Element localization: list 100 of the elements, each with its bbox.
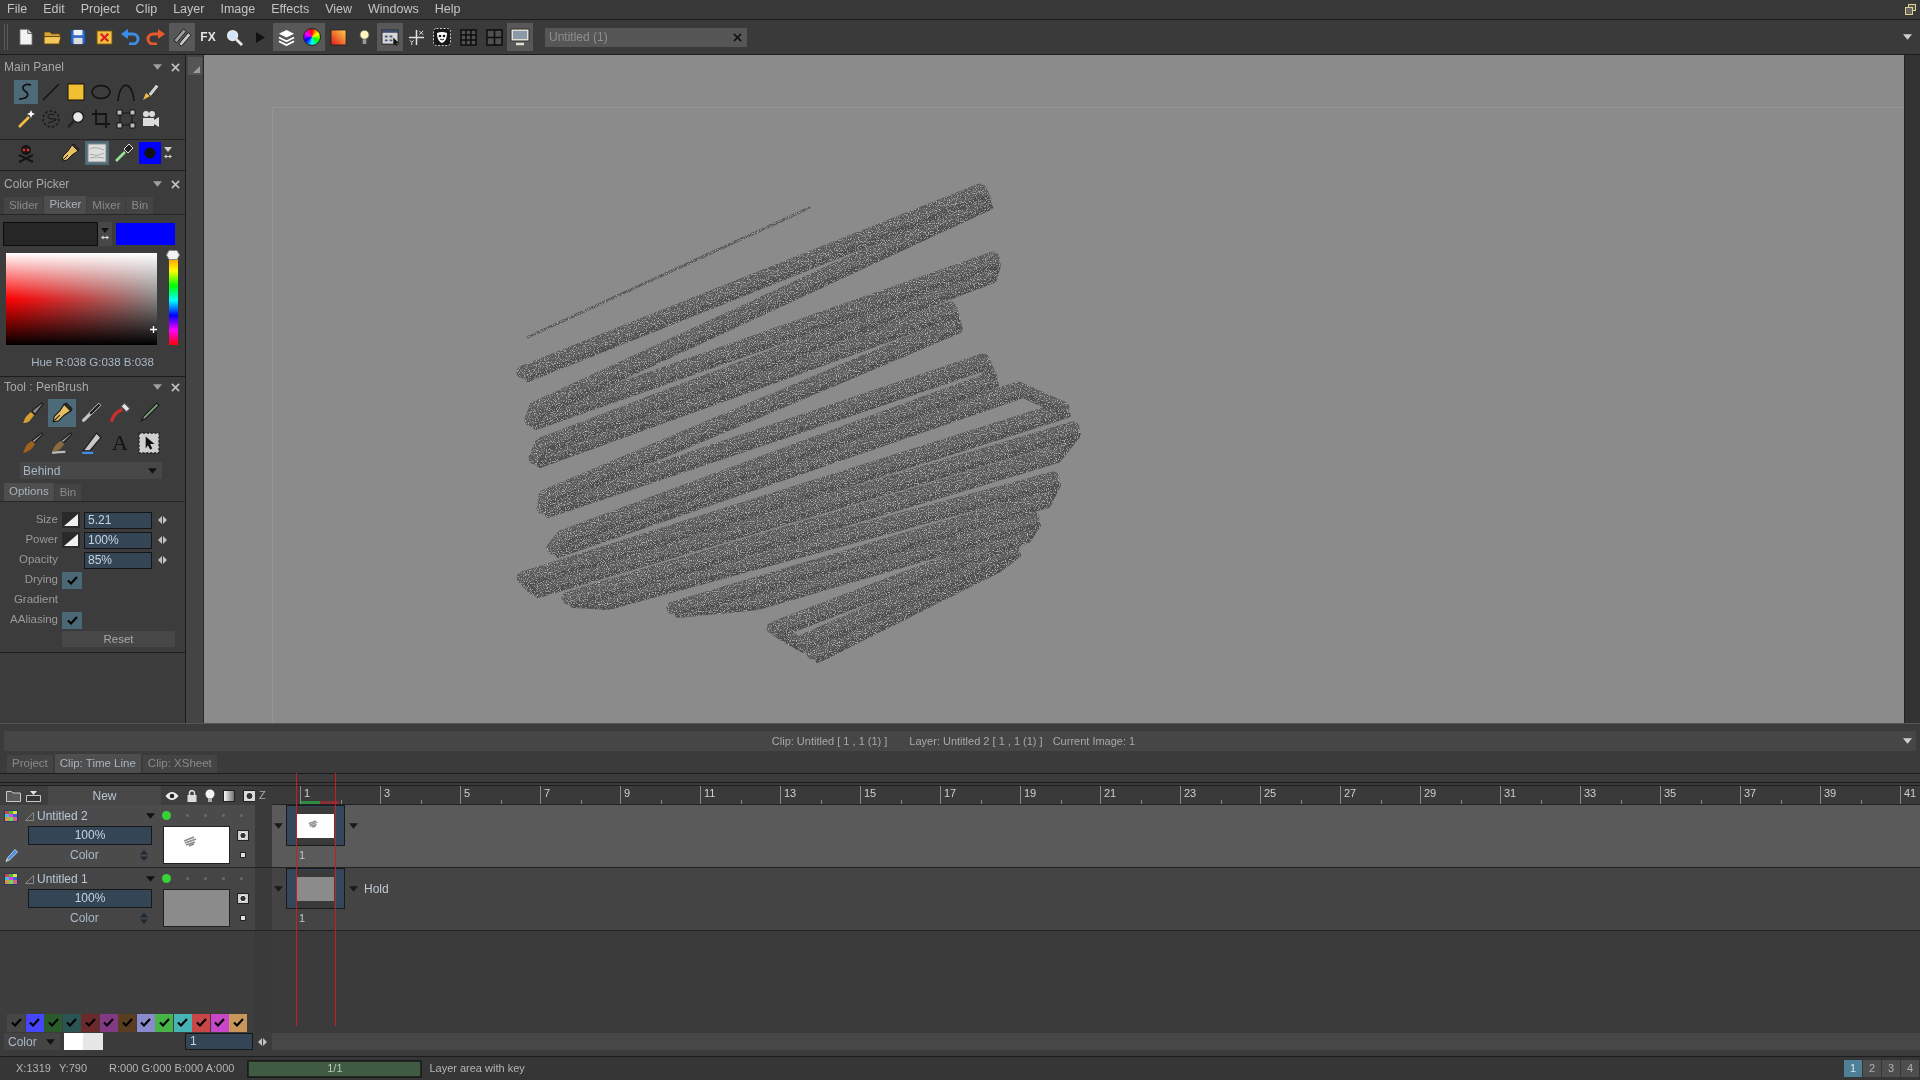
caret-down-icon[interactable] — [1903, 738, 1912, 744]
menu-item[interactable]: Clip — [135, 3, 158, 16]
visibility-dot-icon[interactable] — [162, 873, 171, 883]
color-swatch[interactable] — [3, 221, 98, 246]
stepper-arrows-icon[interactable] — [158, 556, 167, 564]
color-mode-dropdown[interactable]: Color — [4, 1033, 60, 1050]
tray-arrow-icon[interactable] — [26, 789, 41, 802]
circle-square-icon[interactable] — [243, 789, 256, 802]
ramp-icon[interactable] — [62, 532, 80, 548]
menu-item[interactable]: File — [7, 3, 28, 16]
restore-window-icon[interactable] — [1905, 4, 1916, 15]
ramp-icon[interactable] — [62, 512, 80, 528]
window-grid-button[interactable] — [377, 23, 403, 51]
toggle-dot-icon[interactable] — [222, 876, 225, 880]
image-cell[interactable] — [286, 805, 345, 846]
color-swatch[interactable] — [116, 222, 175, 245]
layer-row[interactable]: Untitled 1 100% Color — [0, 868, 255, 930]
circle-square-icon[interactable] — [237, 893, 249, 904]
circle-square-icon[interactable] — [237, 830, 249, 841]
tab[interactable]: Clip: Time Line — [54, 754, 141, 773]
frame-ruler[interactable]: 1 3 5 7 9 11 13 15 17 19 21 23 25 27 29 31 33 35 37 39 41 — [272, 786, 1920, 805]
menu-item[interactable]: Windows — [368, 3, 419, 16]
color-swatch-icon[interactable] — [139, 141, 161, 164]
pencil-tools-button[interactable] — [169, 23, 195, 51]
color-filter-toggle[interactable] — [192, 1013, 210, 1032]
blend-mode-dropdown[interactable]: Color — [28, 909, 152, 927]
rectangle-tool-button[interactable] — [64, 80, 88, 104]
color-field[interactable] — [6, 253, 157, 345]
menu-item[interactable]: View — [325, 3, 353, 16]
page-button[interactable]: 3 — [1882, 1060, 1900, 1077]
monitor-button[interactable] — [507, 23, 533, 51]
checkbox[interactable] — [62, 611, 82, 629]
color-filter-toggle[interactable] — [173, 1013, 192, 1032]
eye-icon[interactable] — [165, 790, 179, 801]
color-filter-toggle[interactable] — [118, 1013, 136, 1032]
mode-dropdown[interactable]: Behind — [20, 462, 162, 479]
color-filter-toggle[interactable] — [99, 1013, 118, 1032]
fx-button[interactable]: FX — [195, 23, 221, 51]
stepper-arrows-icon[interactable] — [158, 516, 167, 524]
toggle-dot-icon[interactable] — [204, 876, 207, 880]
toggle-dot-icon[interactable] — [186, 876, 189, 880]
menu-item[interactable]: Image — [220, 3, 256, 16]
tab[interactable]: Project — [7, 755, 53, 773]
toggle-dot-icon[interactable] — [240, 876, 243, 880]
color-filter-toggle[interactable] — [155, 1013, 173, 1032]
checkbox[interactable] — [62, 571, 82, 589]
color-filter-toggle[interactable] — [62, 1013, 81, 1032]
transform-tool-button[interactable] — [114, 107, 138, 131]
tab[interactable]: Picker — [44, 196, 87, 214]
color-filter-toggle[interactable] — [210, 1013, 229, 1032]
menu-item[interactable]: Layer — [173, 3, 205, 16]
tab[interactable]: Slider — [4, 197, 44, 214]
vertical-scrollbar[interactable] — [1904, 55, 1920, 723]
layer-row[interactable]: Untitled 2 100% Color — [0, 805, 255, 867]
blend-mode-dropdown[interactable]: Color — [28, 846, 152, 864]
menu-item[interactable]: Effects — [271, 3, 310, 16]
caret-down-icon[interactable] — [153, 64, 162, 70]
value-field[interactable]: 85% — [84, 551, 152, 569]
color-grid-icon[interactable] — [4, 873, 18, 885]
caret-down-icon[interactable] — [153, 384, 162, 390]
new-layer-button[interactable]: New — [48, 786, 161, 805]
page-button[interactable]: 2 — [1863, 1060, 1881, 1077]
color-filter-toggle[interactable] — [81, 1013, 99, 1032]
color-filter-toggle[interactable] — [44, 1013, 62, 1032]
value-field[interactable]: 100% — [84, 531, 152, 549]
collapse-button[interactable] — [187, 57, 202, 75]
tab[interactable]: Bin — [126, 197, 154, 214]
slider-thumb[interactable] — [166, 250, 180, 260]
opacity-field[interactable]: 100% — [28, 826, 152, 845]
color-filter-toggle[interactable] — [229, 1013, 247, 1032]
layers-button[interactable] — [273, 23, 299, 51]
menu-item[interactable]: Help — [434, 3, 461, 16]
color-filter-toggle[interactable] — [25, 1013, 44, 1032]
selection-tool-button[interactable] — [135, 429, 163, 457]
tab[interactable]: Clip: XSheet — [142, 755, 217, 773]
caret-swap-icon[interactable] — [164, 146, 172, 159]
tab[interactable]: Bin — [54, 484, 82, 501]
paper-tool-button[interactable] — [85, 140, 109, 165]
color-wheel-button[interactable] — [299, 23, 325, 51]
visibility-dot-icon[interactable] — [162, 810, 171, 820]
stepper-arrows-icon[interactable] — [258, 1037, 267, 1046]
menu-item[interactable]: Edit — [43, 3, 65, 16]
caret-down-icon[interactable] — [1903, 34, 1912, 40]
reset-button[interactable]: Reset — [62, 631, 175, 647]
page-button[interactable]: 4 — [1901, 1060, 1919, 1077]
opacity-field[interactable]: 100% — [28, 889, 152, 908]
lock-icon[interactable] — [187, 789, 197, 802]
folder-icon[interactable] — [6, 789, 21, 802]
color-filter-toggle[interactable] — [7, 1013, 25, 1032]
color-grid-icon[interactable] — [4, 810, 18, 822]
value-field[interactable]: 5.21 — [84, 511, 152, 529]
swap-colors-button[interactable] — [98, 221, 112, 246]
frame-field[interactable]: 1 — [185, 1033, 253, 1050]
hue-slider[interactable] — [166, 250, 180, 346]
tab[interactable]: Mixer — [87, 197, 126, 214]
close-icon[interactable] — [733, 32, 742, 42]
gradient-icon[interactable] — [223, 789, 235, 802]
tab[interactable]: Options — [4, 483, 54, 501]
lightbulb-icon[interactable] — [205, 789, 215, 802]
page-button[interactable]: 1 — [1844, 1060, 1862, 1077]
